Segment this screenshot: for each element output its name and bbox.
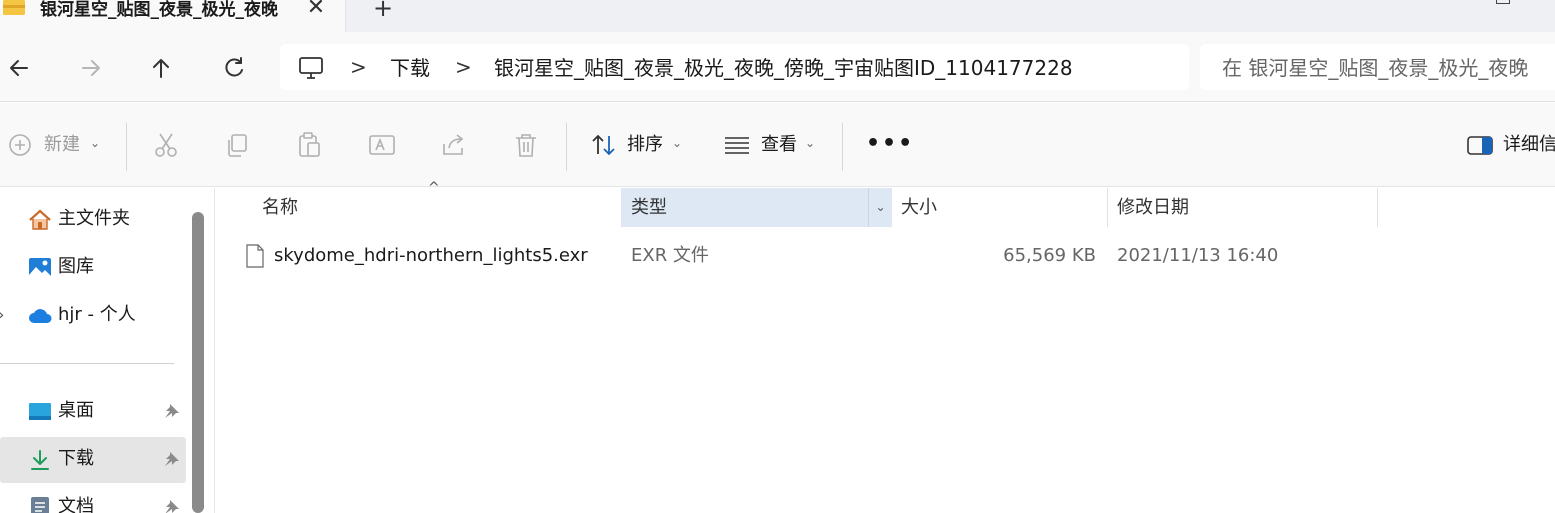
address-bar[interactable]: > 下载 > 银河星空_贴图_夜景_极光_夜晚_傍晚_宇宙贴图ID_110417… — [280, 44, 1189, 90]
search-placeholder: 在 银河星空_贴图_夜景_极光_夜晚 — [1222, 56, 1529, 80]
sidebar-item-documents[interactable]: 文档 — [0, 485, 186, 513]
gallery-icon — [29, 258, 51, 278]
file-icon — [246, 244, 264, 268]
onedrive-icon — [29, 309, 52, 323]
breadcrumb-separator[interactable]: > — [455, 55, 472, 79]
sidebar-item-label: 图库 — [58, 256, 94, 277]
navigation-pane: 主文件夹 图库 › hjr - 个人 桌面 下载 — [0, 188, 215, 513]
sidebar-item-label: 主文件夹 — [58, 208, 130, 229]
divider — [566, 123, 567, 171]
up-arrow-icon[interactable] — [147, 54, 175, 82]
column-header-type[interactable]: 类型 — [621, 188, 868, 227]
column-divider[interactable] — [1377, 188, 1378, 227]
tab-title: 银河星空_贴图_夜景_极光_夜晚 — [40, 0, 278, 20]
this-pc-icon[interactable] — [298, 56, 324, 80]
delete-icon[interactable] — [511, 130, 541, 160]
close-tab-icon[interactable]: ✕ — [302, 0, 330, 22]
sidebar-item-onedrive[interactable]: › hjr - 个人 — [0, 293, 186, 339]
pin-icon[interactable] — [163, 450, 181, 468]
new-button[interactable]: 新建 — [44, 133, 80, 157]
navigation-bar: > 下载 > 银河星空_贴图_夜景_极光_夜晚_傍晚_宇宙贴图ID_110417… — [0, 32, 1555, 102]
cut-icon[interactable] — [151, 130, 181, 160]
file-modified-date: 2021/11/13 16:40 — [1117, 245, 1279, 266]
file-type: EXR 文件 — [631, 245, 709, 266]
copy-icon[interactable] — [223, 130, 253, 160]
sidebar-item-desktop[interactable]: 桌面 — [0, 389, 186, 435]
restore-window-icon[interactable] — [1496, 0, 1510, 4]
table-row[interactable]: skydome_hdri-northern_lights5.exr EXR 文件… — [216, 234, 1386, 278]
sidebar-item-label: 下载 — [58, 448, 94, 469]
new-tab-button[interactable]: + — [369, 0, 397, 22]
file-name[interactable]: skydome_hdri-northern_lights5.exr — [274, 244, 588, 268]
file-size: 65,569 KB — [1003, 245, 1096, 266]
column-header-label: 修改日期 — [1117, 197, 1189, 218]
sidebar-item-label: hjr - 个人 — [58, 304, 136, 325]
column-header-label: 名称 — [262, 197, 298, 218]
chevron-right-icon[interactable]: › — [0, 305, 4, 324]
more-options-button[interactable]: ••• — [866, 131, 914, 156]
paste-icon[interactable] — [295, 130, 325, 160]
command-bar: 新建 ⌄ 排序 ⌄ 查看 ⌄ ••• 详细信 — [0, 103, 1555, 187]
home-icon — [29, 209, 51, 230]
pin-icon[interactable] — [163, 498, 181, 513]
refresh-icon[interactable] — [220, 54, 248, 82]
divider — [0, 363, 174, 364]
documents-icon — [31, 497, 49, 513]
sidebar-item-home[interactable]: 主文件夹 — [0, 197, 186, 243]
chevron-down-icon[interactable]: ⌄ — [805, 136, 815, 150]
details-button[interactable]: 详细信 — [1503, 133, 1555, 157]
sidebar-item-label: 文档 — [58, 496, 94, 513]
chevron-down-icon[interactable]: ⌄ — [90, 136, 100, 150]
sort-icon[interactable] — [589, 130, 619, 160]
back-arrow-icon[interactable] — [5, 54, 33, 82]
tab-bar: 银河星空_贴图_夜景_极光_夜晚 ✕ + — [0, 0, 1555, 32]
divider — [126, 123, 127, 171]
view-icon[interactable] — [722, 130, 752, 160]
plus-circle-icon[interactable] — [6, 130, 36, 160]
share-icon[interactable] — [439, 130, 469, 160]
rename-icon[interactable] — [367, 130, 397, 160]
pin-icon[interactable] — [163, 402, 181, 420]
sidebar-scrollbar[interactable] — [192, 212, 204, 513]
breadcrumb-current-folder[interactable]: 银河星空_贴图_夜景_极光_夜晚_傍晚_宇宙贴图ID_1104177228 — [494, 55, 1073, 81]
breadcrumb-separator[interactable]: > — [350, 55, 367, 79]
column-header-size[interactable]: 大小 — [893, 188, 1107, 227]
column-header-label: 大小 — [901, 197, 937, 218]
desktop-icon — [29, 403, 51, 420]
column-filter-dropdown-icon[interactable]: ⌄ — [868, 188, 892, 227]
sort-button[interactable]: 排序 — [627, 133, 663, 157]
chevron-down-icon[interactable]: ⌄ — [672, 136, 682, 150]
column-header-modified[interactable]: 修改日期 — [1108, 188, 1377, 227]
file-list: ^ 名称 类型 ⌄ 大小 修改日期 skydome_hdri-northern_… — [216, 180, 1555, 513]
column-header-label: 类型 — [631, 197, 667, 218]
sidebar-item-label: 桌面 — [58, 400, 94, 421]
forward-arrow-icon[interactable] — [77, 54, 105, 82]
sidebar-item-downloads[interactable]: 下载 — [0, 437, 186, 483]
tab-active[interactable]: 银河星空_贴图_夜景_极光_夜晚 ✕ — [0, 0, 346, 32]
details-pane-icon[interactable] — [1466, 130, 1496, 160]
download-icon — [31, 450, 49, 470]
search-input[interactable]: 在 银河星空_贴图_夜景_极光_夜晚 — [1200, 44, 1555, 90]
sidebar-item-gallery[interactable]: 图库 — [0, 245, 186, 291]
breadcrumb-downloads[interactable]: 下载 — [390, 55, 430, 81]
folder-icon — [3, 0, 25, 15]
view-button[interactable]: 查看 — [761, 133, 797, 157]
divider — [842, 123, 843, 171]
column-header-name[interactable]: 名称 — [216, 188, 620, 227]
